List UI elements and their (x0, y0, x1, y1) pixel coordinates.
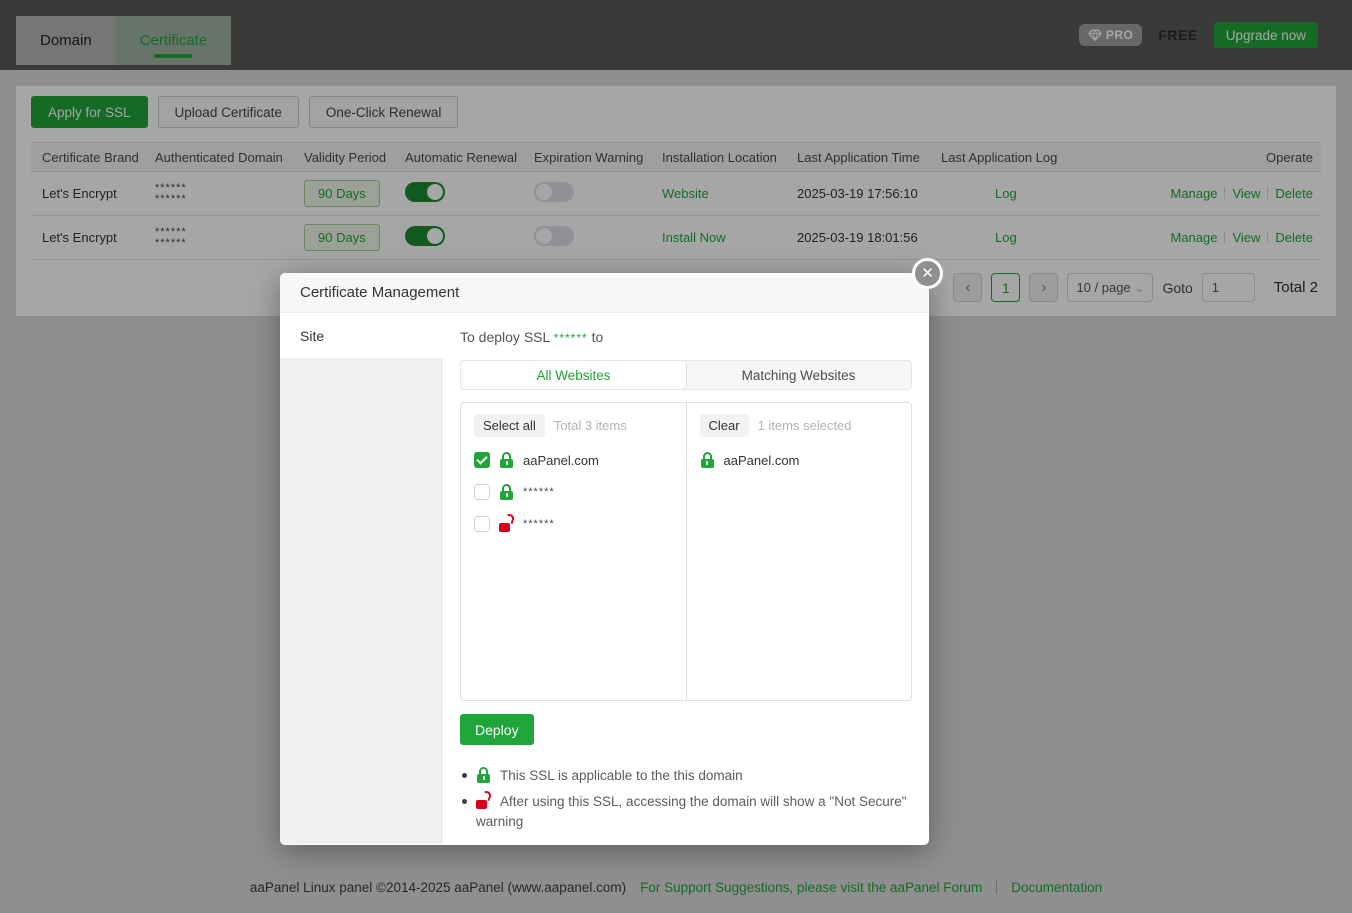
lock-closed-icon (700, 452, 715, 468)
selected-pane-header: Clear 1 items selected (687, 403, 912, 441)
total-items-label: Total 3 items (554, 418, 627, 433)
lock-closed-icon (499, 484, 514, 500)
checkbox-checked[interactable] (474, 452, 490, 468)
site-label: aaPanel.com (523, 453, 599, 468)
close-icon: ✕ (921, 266, 934, 281)
modal-content: To deploy SSL ****** to All Websites Mat… (443, 313, 929, 844)
modal-title: Certificate Management (300, 284, 459, 301)
select-all-button[interactable]: Select all (474, 414, 545, 437)
sidebar-item-site[interactable]: Site (280, 313, 443, 358)
checkbox-unchecked[interactable] (474, 516, 490, 532)
certificate-management-modal: Certificate Management ✕ Site To deploy … (280, 273, 929, 845)
list-item[interactable]: aaPanel.com (474, 449, 673, 471)
clear-button[interactable]: Clear (700, 414, 749, 437)
deploy-line-suffix: to (592, 329, 604, 345)
legend-item-not-secure: After using this SSL, accessing the doma… (460, 792, 912, 832)
available-pane-header: Select all Total 3 items (461, 403, 686, 441)
tab-all-websites-label: All Websites (536, 368, 610, 383)
ssl-legend: This SSL is applicable to the this domai… (460, 766, 912, 832)
list-item[interactable]: ****** (474, 481, 673, 503)
bullet-icon (462, 799, 467, 804)
legend-text: After using this SSL, accessing the doma… (476, 794, 907, 829)
bullet-icon (462, 773, 467, 778)
deploy-line-prefix: To deploy SSL (460, 329, 550, 345)
website-filter-tabs: All Websites Matching Websites (460, 360, 912, 390)
site-label: ****** (523, 487, 555, 498)
modal-header: Certificate Management (280, 273, 929, 313)
lock-closed-icon (499, 452, 514, 468)
site-label: aaPanel.com (724, 453, 800, 468)
sidebar-item-label: Site (300, 328, 324, 344)
selected-sites-list: aaPanel.com (687, 441, 912, 479)
lock-closed-icon (476, 767, 491, 783)
tab-matching-websites[interactable]: Matching Websites (686, 361, 911, 389)
selected-sites-pane: Clear 1 items selected aaPanel.com (687, 403, 912, 700)
site-transfer-panel: Select all Total 3 items aaPanel.com ** (460, 402, 912, 701)
modal-sidebar: Site (280, 313, 443, 844)
deploy-button[interactable]: Deploy (460, 714, 534, 745)
legend-text: This SSL is applicable to the this domai… (500, 768, 743, 783)
list-item[interactable]: aaPanel.com (700, 449, 899, 471)
legend-item-secure: This SSL is applicable to the this domai… (460, 766, 912, 786)
site-label: ****** (523, 519, 555, 530)
modal-close-button[interactable]: ✕ (912, 258, 943, 289)
lock-open-icon (476, 793, 491, 809)
available-sites-list: aaPanel.com ****** ****** (461, 441, 686, 543)
lock-open-icon (499, 516, 514, 532)
tab-all-websites[interactable]: All Websites (461, 361, 686, 389)
list-item[interactable]: ****** (474, 513, 673, 535)
modal-body: Site To deploy SSL ****** to All Website… (280, 313, 929, 844)
tab-matching-websites-label: Matching Websites (742, 368, 856, 383)
deploy-target-line: To deploy SSL ****** to (460, 329, 912, 345)
ssl-domain-masked: ****** (554, 331, 588, 345)
selected-items-label: 1 items selected (758, 418, 852, 433)
checkbox-unchecked[interactable] (474, 484, 490, 500)
available-sites-pane: Select all Total 3 items aaPanel.com ** (461, 403, 687, 700)
